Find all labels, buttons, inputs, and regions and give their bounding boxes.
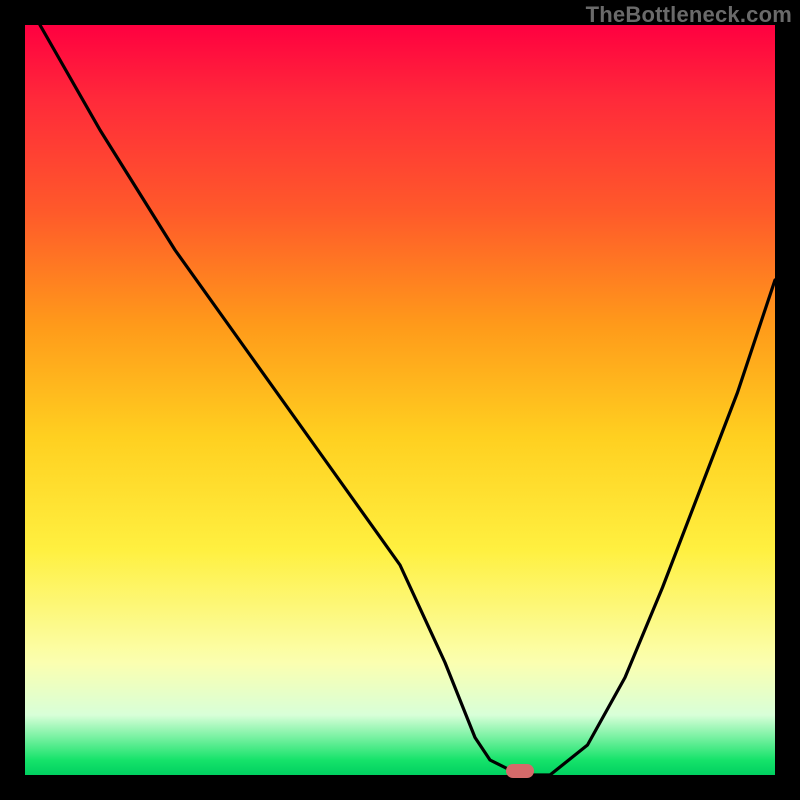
plot-area: [25, 25, 775, 775]
bottleneck-curve: [25, 25, 775, 775]
minimum-marker: [506, 764, 534, 778]
chart-frame: TheBottleneck.com: [0, 0, 800, 800]
